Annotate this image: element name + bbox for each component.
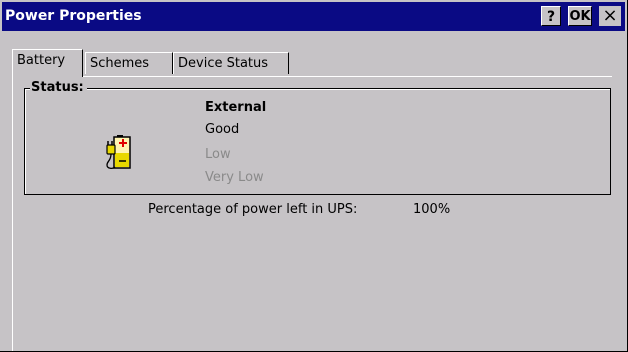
battery-plug-icon (106, 135, 131, 169)
close-button[interactable]: × (599, 6, 621, 26)
ok-button[interactable]: OK (568, 6, 592, 26)
power-properties-window: Power Properties ? OK × Battery Schemes … (0, 0, 628, 352)
ups-label: Percentage of power left in UPS: (148, 202, 358, 217)
status-external: External (205, 100, 267, 115)
tab-strip: Battery Schemes Device Status (12, 49, 612, 77)
tab-schemes[interactable]: Schemes (85, 52, 173, 74)
status-very-low: Very Low (205, 170, 264, 185)
ups-value: 100% (413, 202, 451, 217)
title-bar: Power Properties ? OK × (2, 2, 625, 31)
close-icon: × (602, 5, 618, 26)
status-group-label: Status: (30, 80, 87, 95)
help-button[interactable]: ? (541, 6, 561, 26)
status-low: Low (205, 147, 231, 162)
status-good: Good (205, 122, 240, 137)
tab-battery[interactable]: Battery (12, 49, 83, 77)
window-title: Power Properties (5, 8, 142, 24)
tab-device-status[interactable]: Device Status (173, 52, 289, 74)
